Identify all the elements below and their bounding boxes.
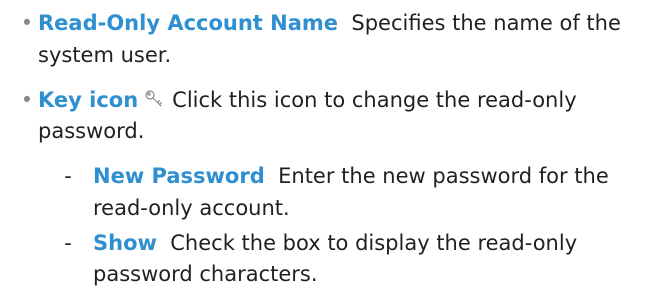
item-second-line: system user. (38, 40, 171, 70)
item-first-line: Key icon Click this icon to change the re… (38, 85, 577, 115)
sub-item-first-line: Show Check the box to display the read-o… (93, 228, 577, 258)
item-second-line: password. (38, 116, 144, 146)
sub-item-description-continued: password characters. (93, 262, 318, 286)
sub-item-description: Check the box to display the read-only (170, 231, 578, 255)
sub-bullet-dash: - (64, 231, 72, 255)
sub-item-second-line: read-only account. (93, 193, 290, 223)
term-read-only-account-name: Read-Only Account Name (38, 11, 339, 35)
term-new-password: New Password (93, 164, 265, 188)
term-key-icon: Key icon (38, 88, 139, 112)
item-description-continued: system user. (38, 43, 172, 67)
item-description-continued: password. (38, 119, 145, 143)
item-description: Click this icon to change the read-only (172, 88, 577, 112)
sub-item-description: Enter the new password for the (278, 164, 609, 188)
item-description: Specifies the name of the (351, 11, 621, 35)
item-first-line: Read-Only Account Name Specifies the nam… (38, 8, 621, 38)
sub-item-description-continued: read-only account. (93, 196, 290, 220)
key-icon (144, 87, 164, 107)
sub-item-second-line: password characters. (93, 259, 318, 289)
term-show: Show (93, 231, 157, 255)
document-body: • Read-Only Account Name Specifies the n… (0, 0, 668, 289)
sub-bullet-dash: - (64, 164, 72, 188)
sub-item-first-line: New Password Enter the new password for … (93, 161, 609, 191)
